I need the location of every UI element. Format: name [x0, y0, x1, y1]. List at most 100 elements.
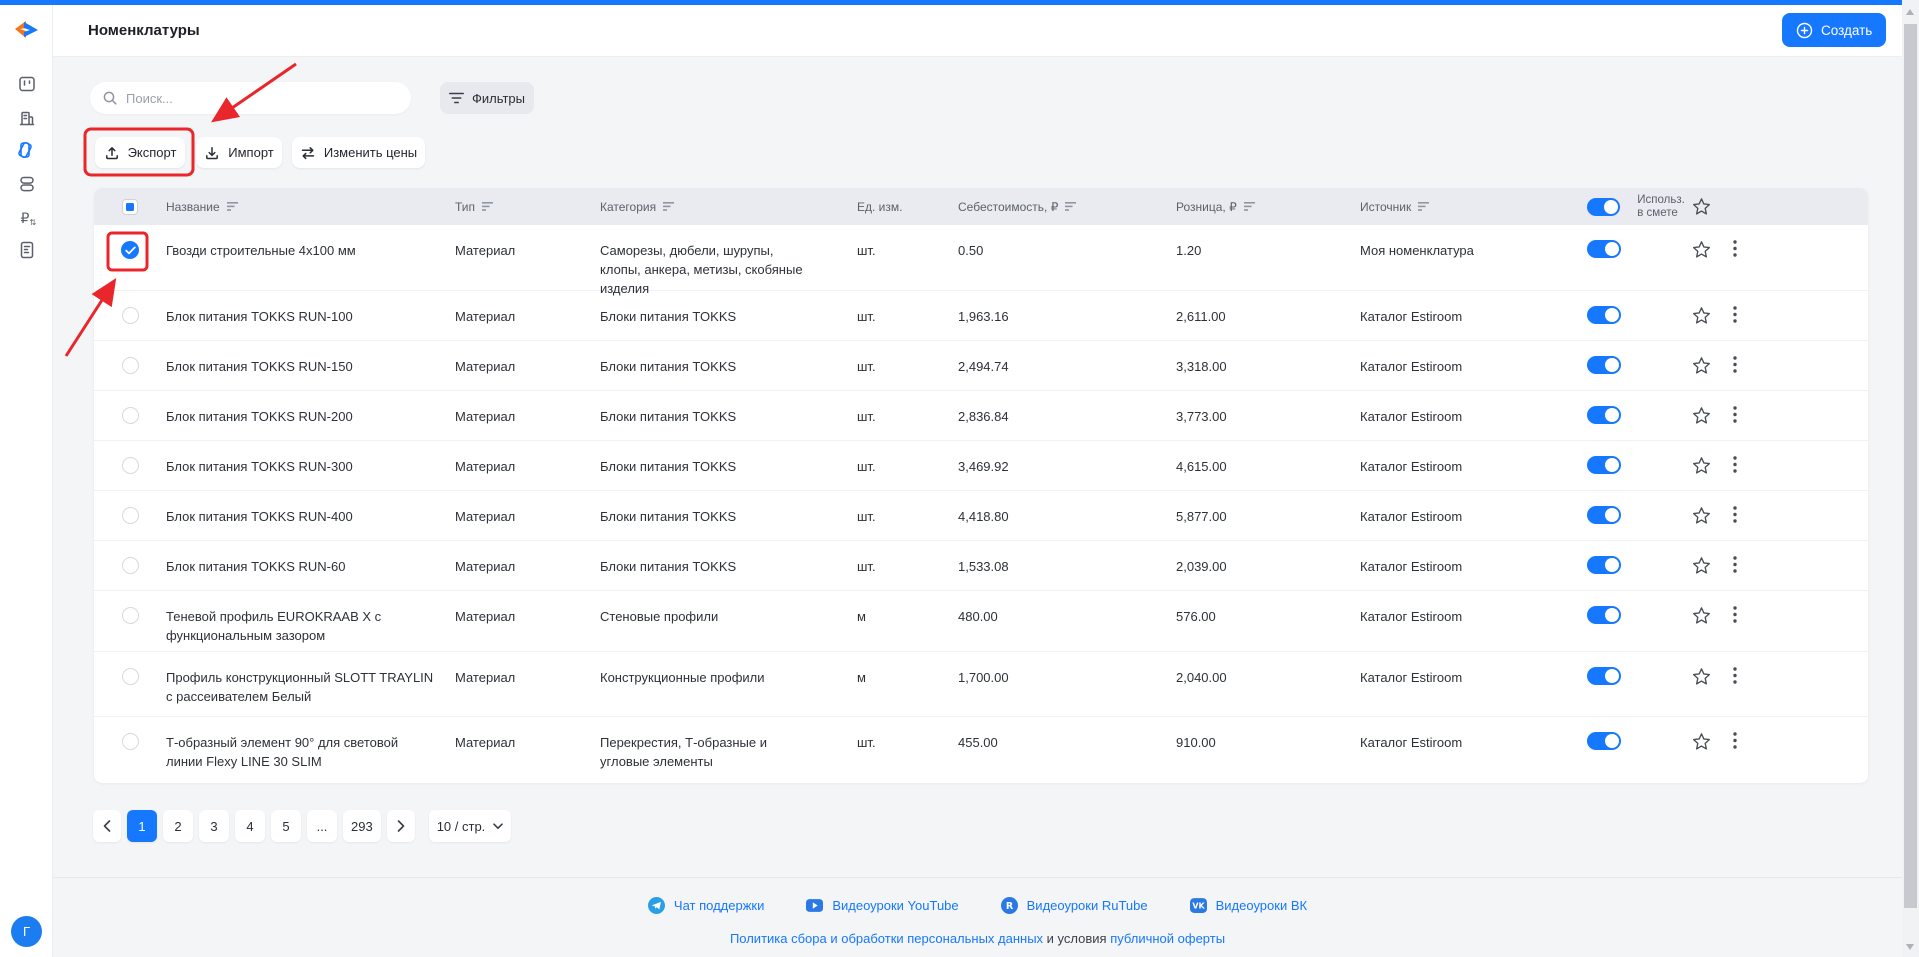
star-icon[interactable] [1692, 667, 1711, 689]
user-avatar[interactable]: Г [11, 916, 42, 947]
star-icon[interactable] [1692, 506, 1711, 528]
row-checkbox[interactable] [94, 717, 166, 783]
footer-links: Чат поддержки Видеоуроки YouTube R Видео… [53, 897, 1902, 914]
page-title: Номенклатуры [88, 22, 200, 39]
search-input[interactable] [126, 90, 386, 106]
kebab-menu[interactable] [1733, 732, 1737, 752]
star-icon[interactable] [1692, 406, 1711, 428]
row-checkbox[interactable] [94, 652, 166, 716]
table-row[interactable]: Блок питания TOKKS RUN-60 Материал Блоки… [94, 541, 1868, 591]
kebab-menu[interactable] [1733, 556, 1737, 576]
column-header-name[interactable]: Название [166, 200, 455, 214]
use-in-estimate-toggle[interactable] [1587, 491, 1692, 540]
page-button-3[interactable]: 3 [199, 810, 229, 842]
column-header-category[interactable]: Категория [600, 200, 857, 214]
row-checkbox[interactable] [94, 225, 166, 298]
public-offer-link[interactable]: публичной оферты [1110, 931, 1225, 946]
page-ellipsis[interactable]: ... [307, 810, 337, 842]
star-icon[interactable] [1692, 606, 1711, 628]
table-row[interactable]: Т-образный элемент 90° для световой лини… [94, 717, 1868, 783]
prev-page-button[interactable] [93, 810, 121, 842]
use-in-estimate-toggle-all[interactable] [1587, 197, 1621, 216]
use-in-estimate-toggle[interactable] [1587, 717, 1692, 783]
table-row[interactable]: Теневой профиль EUROKRAAB X с функционал… [94, 591, 1868, 652]
page-button-2[interactable]: 2 [163, 810, 193, 842]
kebab-menu[interactable] [1733, 456, 1737, 476]
rutube-lessons-link[interactable]: R Видеоуроки RuTube [1000, 897, 1148, 914]
row-checkbox[interactable] [94, 491, 166, 540]
table-row[interactable]: Блок питания TOKKS RUN-100 Материал Блок… [94, 291, 1868, 341]
table-row[interactable]: Блок питания TOKKS RUN-150 Материал Блок… [94, 341, 1868, 391]
column-header-retail[interactable]: Розница, ₽ [1176, 200, 1360, 214]
export-button[interactable]: Экспорт [95, 137, 185, 168]
star-icon[interactable] [1692, 556, 1711, 578]
page-button-5[interactable]: 5 [271, 810, 301, 842]
use-in-estimate-toggle[interactable] [1587, 652, 1692, 716]
scroll-up-arrow[interactable] [1906, 9, 1914, 15]
row-checkbox[interactable] [94, 591, 166, 651]
select-all-checkbox[interactable] [94, 198, 166, 215]
filters-button[interactable]: Фильтры [440, 82, 534, 114]
table-row[interactable]: Гвозди строительные 4x100 мм Материал Са… [94, 225, 1868, 296]
sidebar-item-objects[interactable] [16, 173, 37, 194]
table-row[interactable]: Блок питания TOKKS RUN-200 Материал Блок… [94, 391, 1868, 441]
use-in-estimate-toggle[interactable] [1587, 441, 1692, 490]
change-prices-button[interactable]: Изменить цены [292, 137, 425, 168]
scrollbar-thumb[interactable] [1904, 24, 1917, 908]
kebab-menu[interactable] [1733, 606, 1737, 626]
use-in-estimate-toggle[interactable] [1587, 291, 1692, 340]
page-size-select[interactable]: 10 / стр. [428, 810, 512, 842]
sidebar-item-company[interactable] [16, 107, 37, 128]
cell-source: Моя номенклатура [1360, 243, 1474, 258]
scroll-down-arrow[interactable] [1906, 944, 1914, 950]
table-row[interactable]: Блок питания TOKKS RUN-400 Материал Блок… [94, 491, 1868, 541]
use-in-estimate-toggle[interactable] [1587, 341, 1692, 390]
page-button-293[interactable]: 293 [343, 810, 381, 842]
row-checkbox[interactable] [94, 541, 166, 590]
row-checkbox[interactable] [94, 441, 166, 490]
sidebar-item-projects[interactable] [16, 73, 37, 94]
vk-lessons-link[interactable]: VK Видеоуроки ВК [1189, 897, 1307, 914]
kebab-menu[interactable] [1733, 306, 1737, 326]
search-icon [103, 91, 117, 105]
search-box[interactable] [90, 82, 411, 114]
use-in-estimate-toggle[interactable] [1587, 391, 1692, 440]
use-in-estimate-toggle[interactable] [1587, 541, 1692, 590]
kebab-menu[interactable] [1733, 667, 1737, 687]
table-row[interactable]: Профиль конструкционный SLOTT TRAYLIN с … [94, 652, 1868, 717]
sidebar-item-prices[interactable]: ₽ ⇅ [16, 207, 37, 228]
star-icon[interactable] [1692, 356, 1711, 378]
import-button[interactable]: Импорт [196, 137, 282, 168]
column-header-favorite[interactable] [1692, 197, 1733, 216]
kebab-menu[interactable] [1733, 240, 1737, 260]
create-button[interactable]: Создать [1782, 13, 1887, 47]
cell-cost: 2,494.74 [958, 359, 1009, 374]
youtube-lessons-link[interactable]: Видеоуроки YouTube [806, 897, 959, 914]
column-header-type[interactable]: Тип [455, 200, 600, 214]
row-checkbox[interactable] [94, 341, 166, 390]
row-checkbox[interactable] [94, 391, 166, 440]
support-chat-link[interactable]: Чат поддержки [647, 897, 764, 914]
kebab-menu[interactable] [1733, 356, 1737, 376]
kebab-menu[interactable] [1733, 406, 1737, 426]
star-icon[interactable] [1692, 240, 1711, 262]
star-icon[interactable] [1692, 306, 1711, 328]
row-checkbox[interactable] [94, 291, 166, 340]
sidebar-item-documents[interactable] [16, 239, 37, 260]
next-page-button[interactable] [386, 810, 415, 842]
cell-name: Гвозди строительные 4x100 мм [166, 243, 356, 258]
page-button-4[interactable]: 4 [235, 810, 265, 842]
vertical-scrollbar[interactable] [1902, 0, 1919, 957]
kebab-menu[interactable] [1733, 506, 1737, 526]
use-in-estimate-toggle[interactable] [1587, 591, 1692, 651]
table-row[interactable]: Блок питания TOKKS RUN-300 Материал Блок… [94, 441, 1868, 491]
page-button-1[interactable]: 1 [127, 810, 157, 842]
privacy-policy-link[interactable]: Политика сбора и обработки персональных … [730, 931, 1043, 946]
column-header-cost[interactable]: Себестоимость, ₽ [958, 200, 1176, 214]
sort-icon [226, 202, 238, 211]
star-icon[interactable] [1692, 456, 1711, 478]
sidebar-item-nomenclature[interactable] [16, 139, 37, 160]
star-icon[interactable] [1692, 732, 1711, 754]
use-in-estimate-toggle[interactable] [1587, 225, 1692, 298]
column-header-source[interactable]: Источник [1360, 200, 1587, 214]
